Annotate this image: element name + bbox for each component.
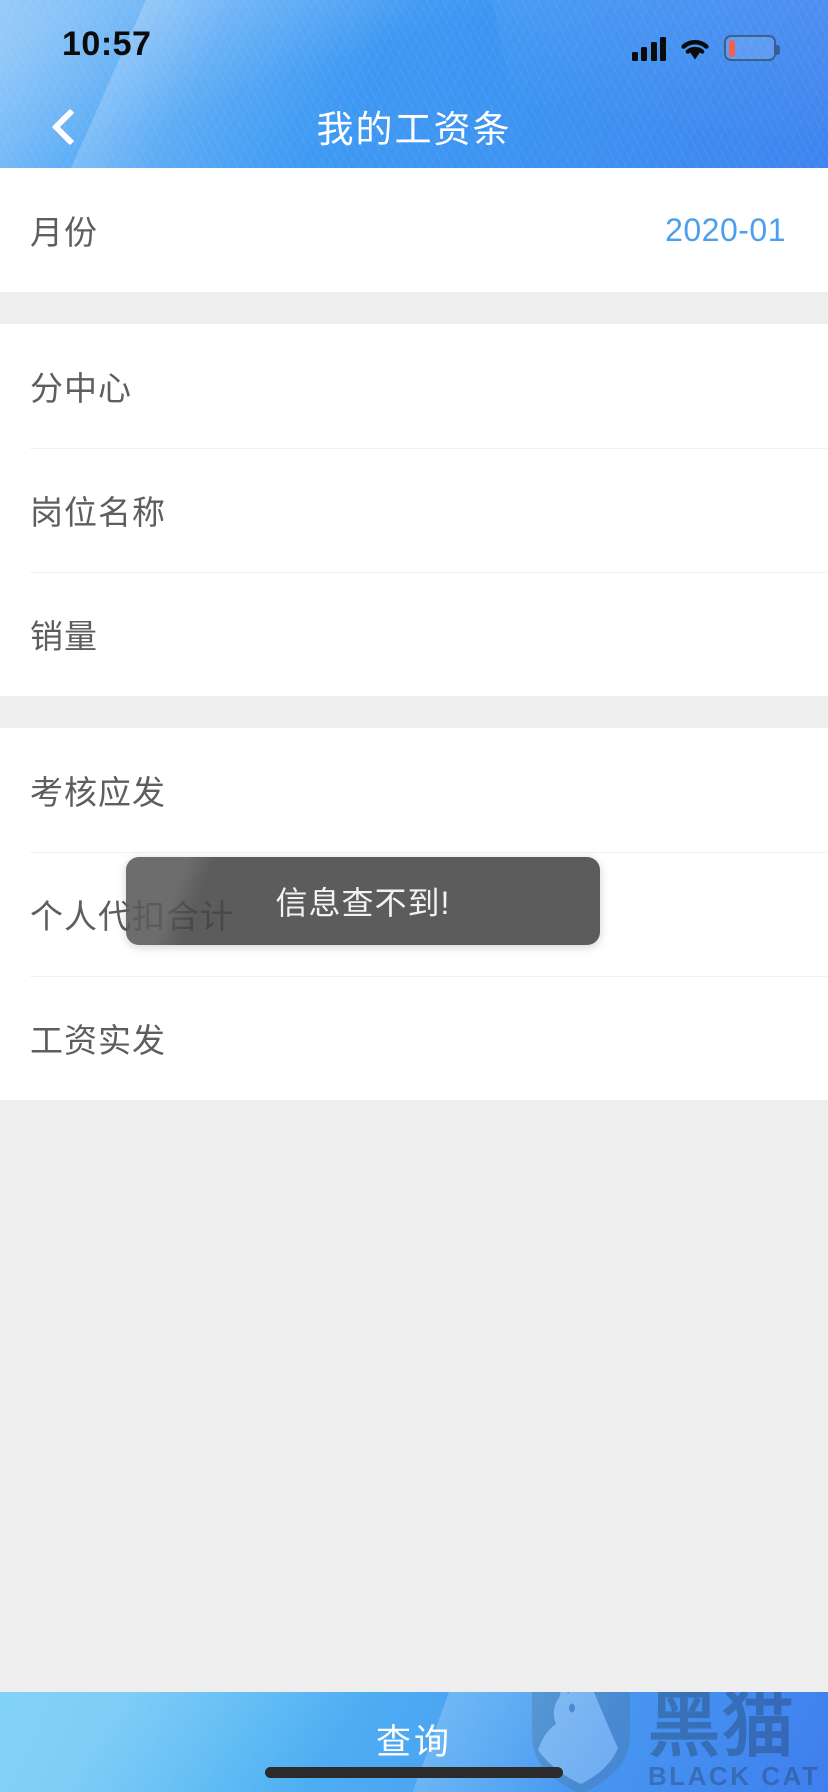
navigation-bar: 我的工资条	[0, 84, 828, 168]
query-button-label: 查询	[375, 1723, 452, 1762]
toast-text: 信息查不到!	[275, 885, 451, 921]
status-bar-clock: 10:57	[62, 25, 152, 63]
form-row-job-title[interactable]: 岗位名称	[0, 448, 828, 572]
form-row-net-salary[interactable]: 工资实发	[0, 976, 828, 1100]
form-row-label: 销量	[30, 618, 98, 655]
group-separator	[0, 696, 828, 728]
form-row-label: 月份	[30, 214, 98, 251]
form-row-branch-center[interactable]: 分中心	[0, 324, 828, 448]
battery-low-icon	[724, 35, 780, 61]
form-row-assessment-payable[interactable]: 考核应发	[0, 728, 828, 852]
cellular-signal-icon	[631, 37, 666, 61]
month-value[interactable]: 2020-01	[665, 212, 786, 249]
home-indicator-bar[interactable]	[265, 1767, 563, 1778]
bottom-action-bar: 查询 黑猫 BLACK CAT	[0, 1692, 828, 1792]
form-row-label: 岗位名称	[30, 494, 166, 531]
form-group-job: 分中心 岗位名称 销量	[0, 324, 828, 696]
status-bar-indicators	[631, 31, 780, 61]
form-row-label: 工资实发	[30, 1022, 166, 1059]
status-bar: 10:57	[0, 0, 828, 84]
toast-message: 信息查不到!	[126, 857, 600, 945]
form-group-month: 月份 2020-01	[0, 168, 828, 292]
group-separator	[0, 292, 828, 324]
form-row-month[interactable]: 月份 2020-01	[0, 168, 828, 292]
form-row-label: 考核应发	[30, 774, 166, 811]
payslip-form: 月份 2020-01 分中心 岗位名称 销量 考核应发 个人代扣合计	[0, 168, 828, 1792]
form-row-label: 分中心	[30, 370, 132, 407]
app-header: 10:57 我的工资条	[0, 0, 828, 168]
form-row-sales-volume[interactable]: 销量	[0, 572, 828, 696]
wifi-icon	[679, 37, 711, 61]
page-title: 我的工资条	[316, 109, 512, 150]
